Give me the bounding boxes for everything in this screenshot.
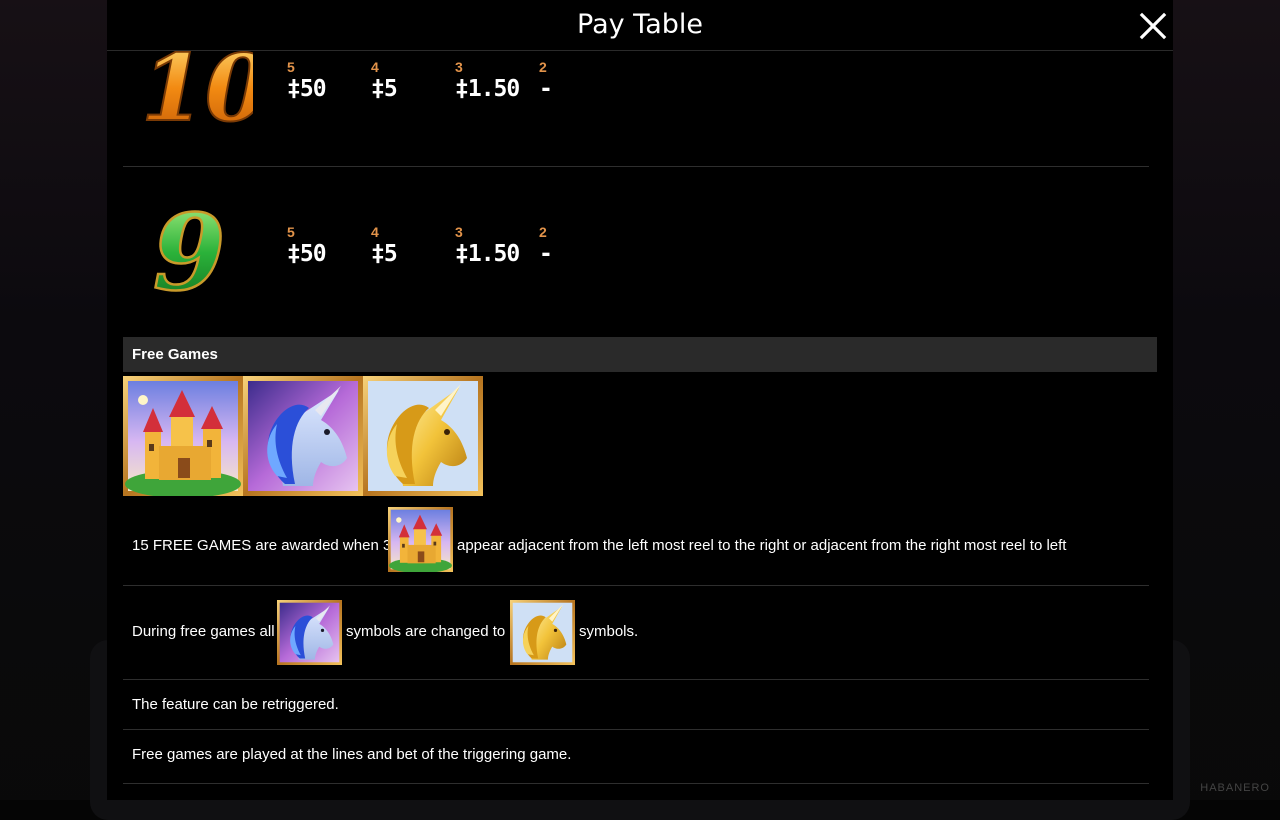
pay-count: 5 [287,224,295,240]
close-icon[interactable] [1139,12,1167,40]
pay-value: ‡50 [287,241,327,267]
svg-text:9: 9 [153,193,225,303]
rule-text: The feature can be retriggered. [132,696,339,713]
pay-table-content[interactable]: 10 5 ‡50 4 ‡5 3 ‡1.50 2 - [123,50,1157,800]
section-title: Free Games [132,346,218,363]
white-unicorn-icon [277,600,342,665]
free-games-section-header: Free Games [123,337,1157,372]
ten-symbol-icon: 10 [133,50,270,143]
gold-unicorn-icon [510,600,575,665]
rule-retrigger: The feature can be retriggered. [123,679,1149,730]
pay-value: - [539,241,553,267]
nine-symbol-icon: 9 [147,190,237,316]
rule-lines-bet: Free games are played at the lines and b… [123,729,1149,784]
rule-text: symbols are changed to [346,623,506,640]
dialog-title: Pay Table [577,9,703,40]
pay-count: 4 [371,59,379,75]
pay-value: ‡5 [371,76,398,102]
provider-watermark: HABANERO [1200,782,1270,794]
rule-text: 15 FREE GAMES are awarded when 3 [132,537,392,554]
pay-col-5: 5 ‡50 [287,58,367,102]
pay-value: ‡1.50 [455,241,520,267]
pay-count: 3 [455,224,463,240]
pay-col-4: 4 ‡5 [371,223,451,267]
pay-row-10: 10 5 ‡50 4 ‡5 3 ‡1.50 2 - [123,50,1149,167]
pay-value: - [539,76,553,102]
pay-value: ‡5 [371,241,398,267]
castle-icon [123,376,243,496]
rule-text: During free games all [132,623,275,640]
pay-col-2: 2 - [539,58,619,102]
dialog-header: Pay Table [107,0,1173,51]
rule-free-games-award: 15 FREE GAMES are awarded when 3 appear … [123,502,1149,586]
gold-unicorn-icon [363,376,483,496]
pay-col-4: 4 ‡5 [371,58,451,102]
free-games-symbols [123,376,483,496]
svg-text:10: 10 [141,50,253,142]
pay-count: 2 [539,59,547,75]
rule-symbol-change: During free games all symbols are change… [123,585,1149,680]
pay-count: 3 [455,59,463,75]
pay-col-3: 3 ‡1.50 [455,58,535,102]
pay-table-dialog: Pay Table 10 5 ‡50 4 ‡5 3 ‡1.50 [107,0,1173,800]
rule-text: Free games are played at the lines and b… [132,746,572,763]
pay-count: 2 [539,224,547,240]
pay-col-3: 3 ‡1.50 [455,223,535,267]
pay-count: 5 [287,59,295,75]
rule-text: symbols. [579,623,639,640]
pay-row-9: 9 5 ‡50 4 ‡5 3 ‡1.50 2 - [123,167,1149,337]
pay-count: 4 [371,224,379,240]
pay-col-5: 5 ‡50 [287,223,367,267]
rule-text: appear adjacent from the left most reel … [457,537,1067,554]
pay-value: ‡1.50 [455,76,520,102]
pay-col-2: 2 - [539,223,619,267]
white-unicorn-icon [243,376,363,496]
castle-icon [388,507,453,572]
pay-value: ‡50 [287,76,327,102]
